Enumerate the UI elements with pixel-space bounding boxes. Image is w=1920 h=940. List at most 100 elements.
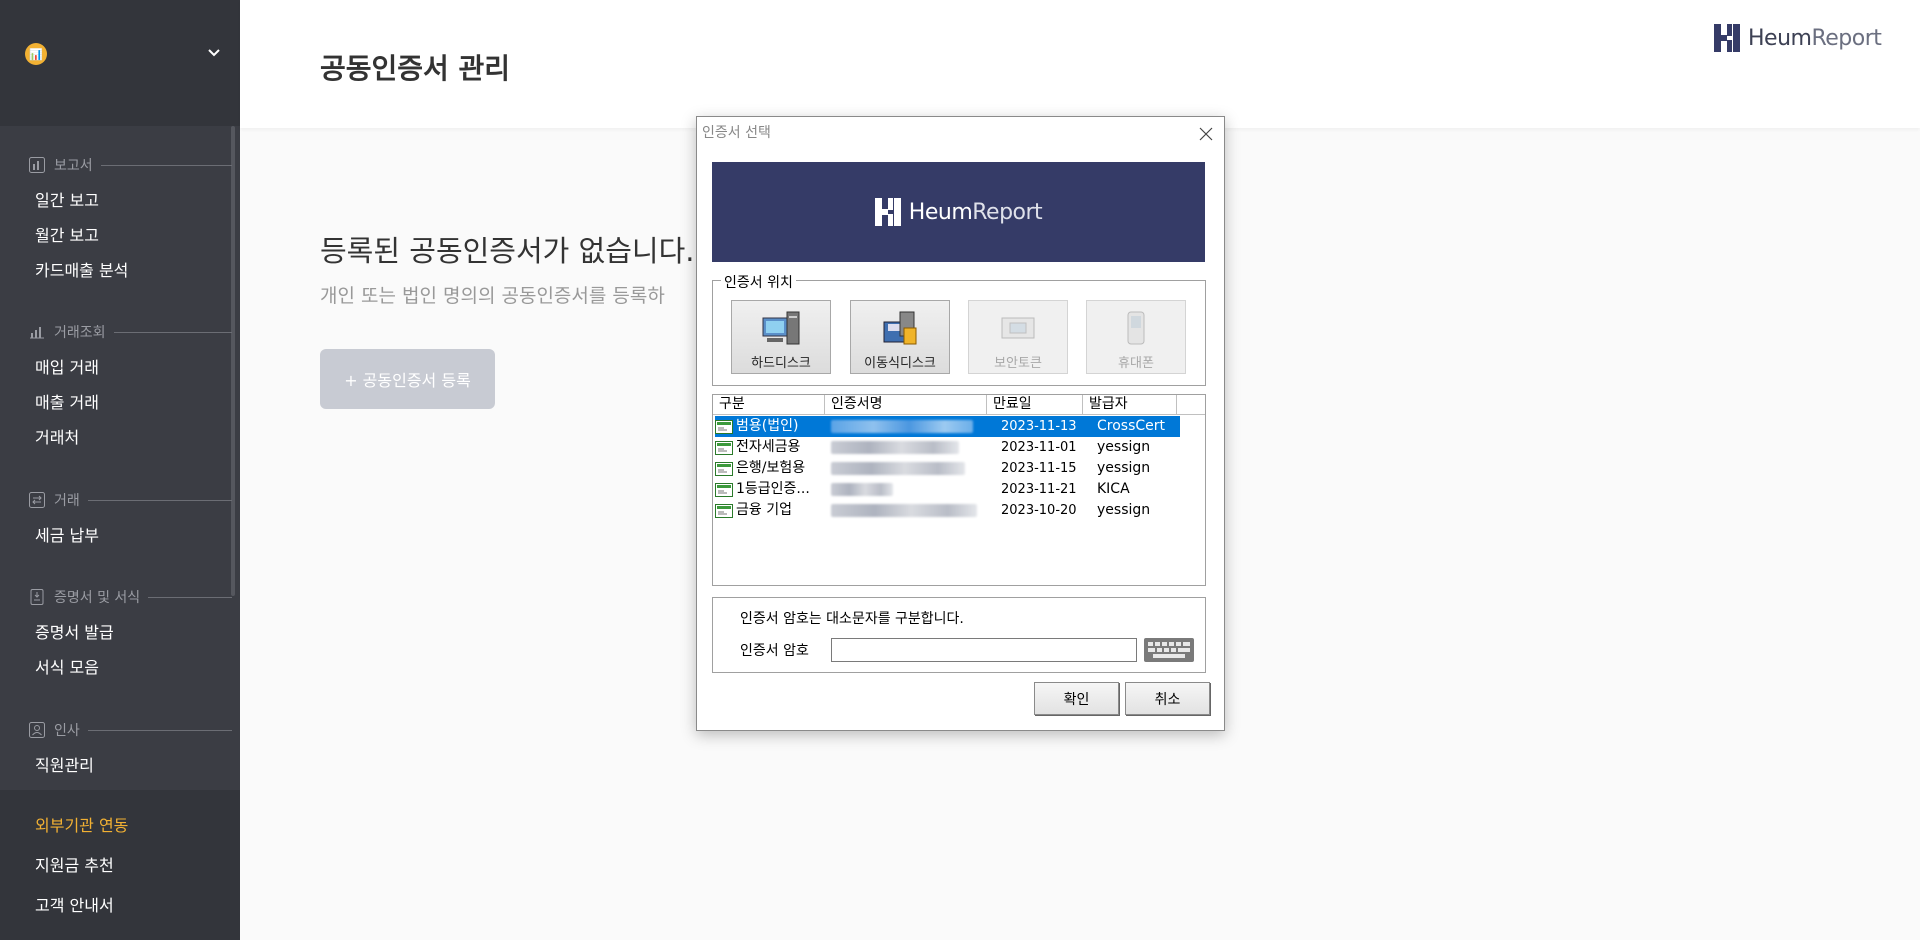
cell-name (827, 479, 989, 500)
cell-name (827, 500, 989, 521)
brand-bold: Heum (908, 199, 973, 225)
divider (87, 729, 232, 731)
sidebar-item-partners[interactable]: 거래처 (28, 420, 232, 455)
sidebar-item-customer-guide[interactable]: 고객 안내서 (35, 888, 114, 923)
password-note: 인증서 암호는 대소문자를 구분합니다. (740, 611, 964, 627)
empty-state-subtitle: 개인 또는 법인 명의의 공동인증서를 등록하 (320, 285, 665, 307)
cell-type: 전자세금용 (715, 437, 827, 458)
cert-type-label: 범용(법인) (736, 418, 799, 434)
location-phone-button[interactable]: 휴대폰 (1086, 300, 1186, 374)
cell-expiry: 2023-10-20 (1001, 503, 1077, 518)
org-logo-icon: 📊 (25, 43, 47, 65)
table-row[interactable]: 범용(법인) 2023-11-13 CrossCert (715, 416, 1180, 437)
brand-logo[interactable]: HeumReport (1714, 24, 1882, 52)
cell-type: 1등급인증... (715, 479, 827, 500)
redacted-name (831, 420, 973, 433)
org-selector[interactable]: 📊 (0, 0, 240, 126)
column-header-issuer[interactable]: 발급자 (1083, 395, 1177, 414)
certificate-icon (715, 461, 733, 476)
sidebar-item-sales[interactable]: 매출 거래 (28, 385, 232, 420)
section-transactions: 거래조회 매입 거래 매출 거래 거래처 (28, 322, 232, 455)
section-title: 인사 (54, 723, 80, 739)
table-row[interactable]: 은행/보험용 2023-11-15 yessign (715, 458, 1180, 479)
brand-light: Report (972, 199, 1043, 225)
location-removable-disk-button[interactable]: 이동식디스크 (850, 300, 950, 374)
document-icon (30, 589, 44, 605)
sidebar-item-card-sales[interactable]: 카드매출 분석 (28, 253, 232, 288)
certificate-password-input[interactable] (831, 638, 1137, 662)
location-legend: 인증서 위치 (721, 272, 796, 292)
certificate-location-group: 인증서 위치 하드디스크 이동식디스크 보안토큰 휴대폰 (712, 272, 1206, 386)
cell-issuer: yessign (1097, 502, 1151, 518)
cell-type: 금융 기업 (715, 500, 827, 521)
virtual-keyboard-icon[interactable] (1143, 636, 1195, 664)
sidebar-item-daily-report[interactable]: 일간 보고 (28, 183, 232, 218)
sidebar-item-external-integration[interactable]: 외부기관 연동 (35, 808, 128, 843)
confirm-button[interactable]: 확인 (1034, 682, 1119, 715)
chart-icon (30, 327, 44, 339)
section-title: 보고서 (54, 158, 93, 174)
location-harddisk-button[interactable]: 하드디스크 (731, 300, 831, 374)
banner-brand-name: HeumReport (908, 199, 1043, 225)
table-row[interactable]: 금융 기업 2023-10-20 yessign (715, 500, 1180, 521)
cell-type: 범용(법인) (715, 416, 827, 437)
person-icon (29, 722, 45, 738)
certificate-select-dialog: 인증서 선택 HeumReport 인증서 위치 하드디스크 이동식디스크 보안… (696, 116, 1225, 731)
certificate-rows: 범용(법인) 2023-11-13 CrossCert 전자세금용 2023-11-01… (713, 416, 1205, 521)
cert-type-label: 금융 기업 (736, 502, 792, 518)
sidebar-item-employees[interactable]: 직원관리 (28, 748, 232, 783)
register-certificate-button[interactable]: + 공동인증서 등록 (320, 349, 495, 409)
sidebar-item-issue-certificate[interactable]: 증명서 발급 (28, 615, 232, 650)
certificate-icon (715, 482, 733, 497)
brand-light: Report (1811, 25, 1882, 51)
cell-expiry: 2023-11-13 (1001, 419, 1077, 434)
heum-logo-icon (1714, 24, 1740, 52)
cell-expiry: 2023-11-15 (1001, 461, 1077, 476)
certificate-list: 구분 인증서명 만료일 발급자 범용(법인) 2023-11-13 CrossCer… (712, 394, 1206, 586)
location-security-token-button[interactable]: 보안토큰 (968, 300, 1068, 374)
section-trade: 거래 세금 납부 (28, 490, 232, 553)
cell-name (827, 416, 989, 437)
divider (113, 331, 232, 333)
table-row[interactable]: 전자세금용 2023-11-01 yessign (715, 437, 1180, 458)
certificate-icon (715, 503, 733, 518)
heum-logo-icon (874, 198, 901, 226)
cert-type-label: 전자세금용 (736, 439, 801, 455)
column-header-expiry[interactable]: 만료일 (987, 395, 1083, 414)
table-row[interactable]: 1등급인증... 2023-11-21 KICA (715, 479, 1180, 500)
dialog-banner: HeumReport (712, 162, 1205, 262)
sidebar-item-tax-payment[interactable]: 세금 납부 (28, 518, 232, 553)
cancel-button[interactable]: 취소 (1125, 682, 1210, 715)
brand-name: HeumReport (1748, 25, 1882, 51)
cell-issuer: CrossCert (1097, 418, 1166, 434)
exchange-icon (29, 492, 45, 508)
empty-state-title: 등록된 공동인증서가 없습니다. (320, 234, 695, 268)
cert-type-label: 은행/보험용 (736, 460, 806, 476)
cell-expiry: 2023-11-21 (1001, 482, 1077, 497)
cert-type-label: 1등급인증... (736, 481, 810, 497)
certificate-icon (715, 419, 733, 434)
section-title: 거래 (54, 493, 80, 509)
section-title: 증명서 및 서식 (54, 590, 141, 606)
sidebar-item-purchase[interactable]: 매입 거래 (28, 350, 232, 385)
divider (100, 164, 232, 166)
list-header: 구분 인증서명 만료일 발급자 (713, 395, 1205, 415)
brand-bold: Heum (1748, 25, 1812, 51)
cell-name (827, 437, 989, 458)
section-title: 거래조회 (54, 325, 106, 341)
certificate-icon (715, 440, 733, 455)
sidebar: 📊 보고서 일간 보고 월간 보고 카드매출 분석 거래조회 매입 거래 매출 … (0, 0, 240, 940)
chevron-down-icon[interactable] (204, 42, 224, 62)
close-icon[interactable] (1196, 124, 1216, 144)
sidebar-item-forms[interactable]: 서식 모음 (28, 650, 232, 685)
sidebar-item-monthly-report[interactable]: 월간 보고 (28, 218, 232, 253)
section-hr: 인사 직원관리 (28, 720, 232, 783)
phone-icon (1127, 311, 1145, 345)
redacted-name (831, 441, 959, 454)
column-header-name[interactable]: 인증서명 (825, 395, 987, 414)
location-label: 보안토큰 (994, 356, 1042, 371)
column-header-type[interactable]: 구분 (713, 395, 825, 414)
divider (87, 499, 232, 501)
location-label: 이동식디스크 (864, 356, 936, 371)
sidebar-item-subsidy[interactable]: 지원금 추천 (35, 848, 114, 883)
